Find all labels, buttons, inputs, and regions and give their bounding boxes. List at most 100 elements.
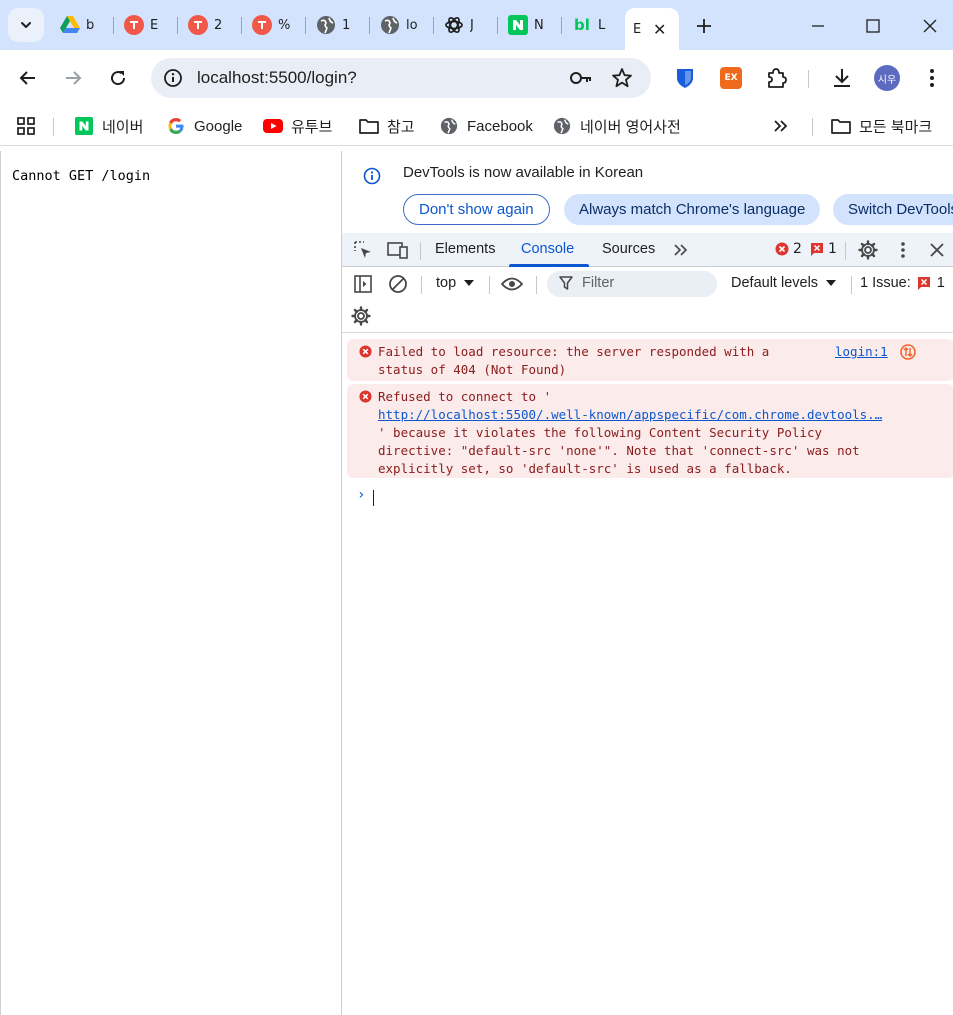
message-line: Refused to connect to ' — [378, 389, 552, 404]
tab-strip: b E 2 % 1 lo J N bl L E ✕ — [0, 0, 953, 50]
sidebar-icon — [354, 275, 372, 293]
issue-count: 1 — [828, 241, 837, 257]
back-button[interactable] — [10, 60, 46, 96]
more-vertical-icon — [901, 242, 905, 258]
menu-button[interactable] — [918, 64, 946, 92]
message-line: explicitly set, so 'default-src' is used… — [378, 461, 792, 476]
browser-tab-active[interactable]: E ✕ — [625, 8, 679, 50]
tab-console[interactable]: Console — [521, 241, 574, 257]
devtools-settings-button[interactable] — [857, 239, 879, 261]
issues-count: 1 — [936, 275, 945, 291]
browser-tab[interactable]: E — [116, 8, 178, 42]
error-count: 2 — [793, 241, 802, 257]
filter-placeholder: Filter — [582, 275, 615, 291]
forward-button[interactable] — [55, 60, 91, 96]
devtools-infobar: DevTools is now available in Korean Don'… — [342, 151, 953, 233]
devtools-menu-button[interactable] — [892, 239, 914, 261]
browser-tab[interactable]: bl L — [564, 8, 626, 42]
bookmark-youtube[interactable]: 유투브 — [263, 114, 332, 138]
filter-input[interactable]: Filter — [547, 271, 717, 297]
close-devtools-button[interactable] — [926, 239, 948, 261]
apps-grid-icon — [16, 116, 36, 136]
bookmark-facebook[interactable]: Facebook — [439, 114, 533, 138]
console-settings-button[interactable] — [350, 305, 372, 327]
message-link[interactable]: http://localhost:5500/.well-known/appspe… — [378, 407, 882, 422]
context-selector[interactable]: top — [436, 275, 475, 291]
close-window-button[interactable] — [916, 12, 944, 40]
show-sidebar-button[interactable] — [352, 273, 374, 295]
console-input[interactable] — [373, 490, 374, 506]
chevron-down-icon — [21, 22, 31, 28]
message-line: directive: "default-src 'none'". Note th… — [378, 443, 860, 458]
extensions-button[interactable] — [762, 64, 790, 92]
ex-extension[interactable]: EX — [717, 64, 745, 92]
all-bookmarks-button[interactable]: 모든 북마크 — [831, 114, 932, 138]
inspect-element-button[interactable] — [352, 239, 374, 261]
address-bar[interactable]: localhost:5500/login? — [151, 58, 651, 98]
url-text[interactable]: localhost:5500/login? — [197, 68, 357, 88]
log-levels-dropdown[interactable]: Default levels — [731, 275, 837, 291]
inspect-icon — [354, 241, 371, 258]
downloads-button[interactable] — [828, 64, 856, 92]
bookmark-star-icon[interactable] — [611, 67, 633, 89]
browser-tab[interactable]: 1 — [308, 8, 370, 42]
browser-tab[interactable]: % — [244, 8, 306, 42]
console-error-message[interactable]: Failed to load resource: the server resp… — [347, 339, 953, 381]
bookmark-google[interactable]: Google — [166, 114, 242, 138]
ex-icon: EX — [720, 67, 742, 89]
bookmark-folder-reference[interactable]: 참고 — [359, 114, 415, 138]
bookmark-naver[interactable]: 네이버 — [74, 114, 143, 138]
clear-icon — [389, 275, 407, 293]
live-expression-button[interactable] — [501, 273, 523, 295]
blog-icon: bl — [574, 16, 590, 34]
minimize-button[interactable] — [804, 12, 832, 40]
new-tab-button[interactable] — [690, 12, 718, 40]
tab-search-button[interactable] — [8, 8, 44, 42]
bookmark-naver-dictionary[interactable]: 네이버 영어사전 — [552, 114, 681, 138]
bookmark-label: Facebook — [467, 117, 533, 135]
network-request-icon[interactable] — [900, 344, 916, 360]
issue-flag-icon — [917, 277, 930, 290]
globe-icon — [552, 116, 572, 136]
console-error-message[interactable]: Refused to connect to ' http://localhost… — [347, 384, 953, 478]
more-tabs-button[interactable] — [670, 239, 692, 261]
bookmarks-separator — [812, 118, 813, 136]
tab-title: lo — [406, 17, 418, 33]
tab-title: 1 — [342, 17, 351, 33]
maximize-button[interactable] — [859, 12, 887, 40]
more-bookmarks-button[interactable] — [771, 114, 791, 138]
tab-title: 2 — [214, 17, 223, 33]
close-icon — [930, 243, 944, 257]
globe-icon — [380, 15, 400, 35]
browser-tab[interactable]: N — [500, 8, 562, 42]
tab-title: % — [278, 17, 291, 33]
browser-tab[interactable]: J — [436, 8, 498, 42]
browser-tab[interactable]: 2 — [180, 8, 242, 42]
source-link[interactable]: login:1 — [835, 343, 888, 361]
close-tab-icon[interactable]: ✕ — [653, 20, 666, 39]
reload-icon — [111, 71, 126, 86]
tab-title: E — [633, 21, 642, 37]
avatar[interactable]: 시우 — [874, 65, 900, 91]
error-count-badge[interactable]: 2 — [775, 241, 802, 257]
always-match-language-button[interactable]: Always match Chrome's language — [564, 194, 821, 225]
reload-button[interactable] — [100, 60, 136, 96]
apps-button[interactable] — [16, 114, 36, 138]
bitwarden-extension[interactable] — [671, 64, 699, 92]
tab-elements[interactable]: Elements — [435, 241, 495, 257]
site-info-icon[interactable] — [163, 68, 183, 88]
browser-tab[interactable]: b — [52, 8, 114, 42]
bookmark-label: 참고 — [387, 118, 415, 136]
key-icon[interactable] — [569, 68, 593, 88]
clear-console-button[interactable] — [387, 273, 409, 295]
dont-show-again-button[interactable]: Don't show again — [403, 194, 550, 225]
bookmark-label: Google — [194, 117, 243, 135]
switch-devtools-button[interactable]: Switch DevTools — [833, 194, 953, 225]
browser-tab[interactable]: lo — [372, 8, 434, 42]
tab-title: J — [470, 17, 474, 33]
tab-title: b — [86, 17, 95, 33]
device-toolbar-button[interactable] — [387, 239, 409, 261]
issue-count-badge[interactable]: 1 — [810, 241, 837, 257]
tab-sources[interactable]: Sources — [602, 241, 655, 257]
issues-button[interactable]: 1 Issue: 1 — [860, 275, 945, 291]
